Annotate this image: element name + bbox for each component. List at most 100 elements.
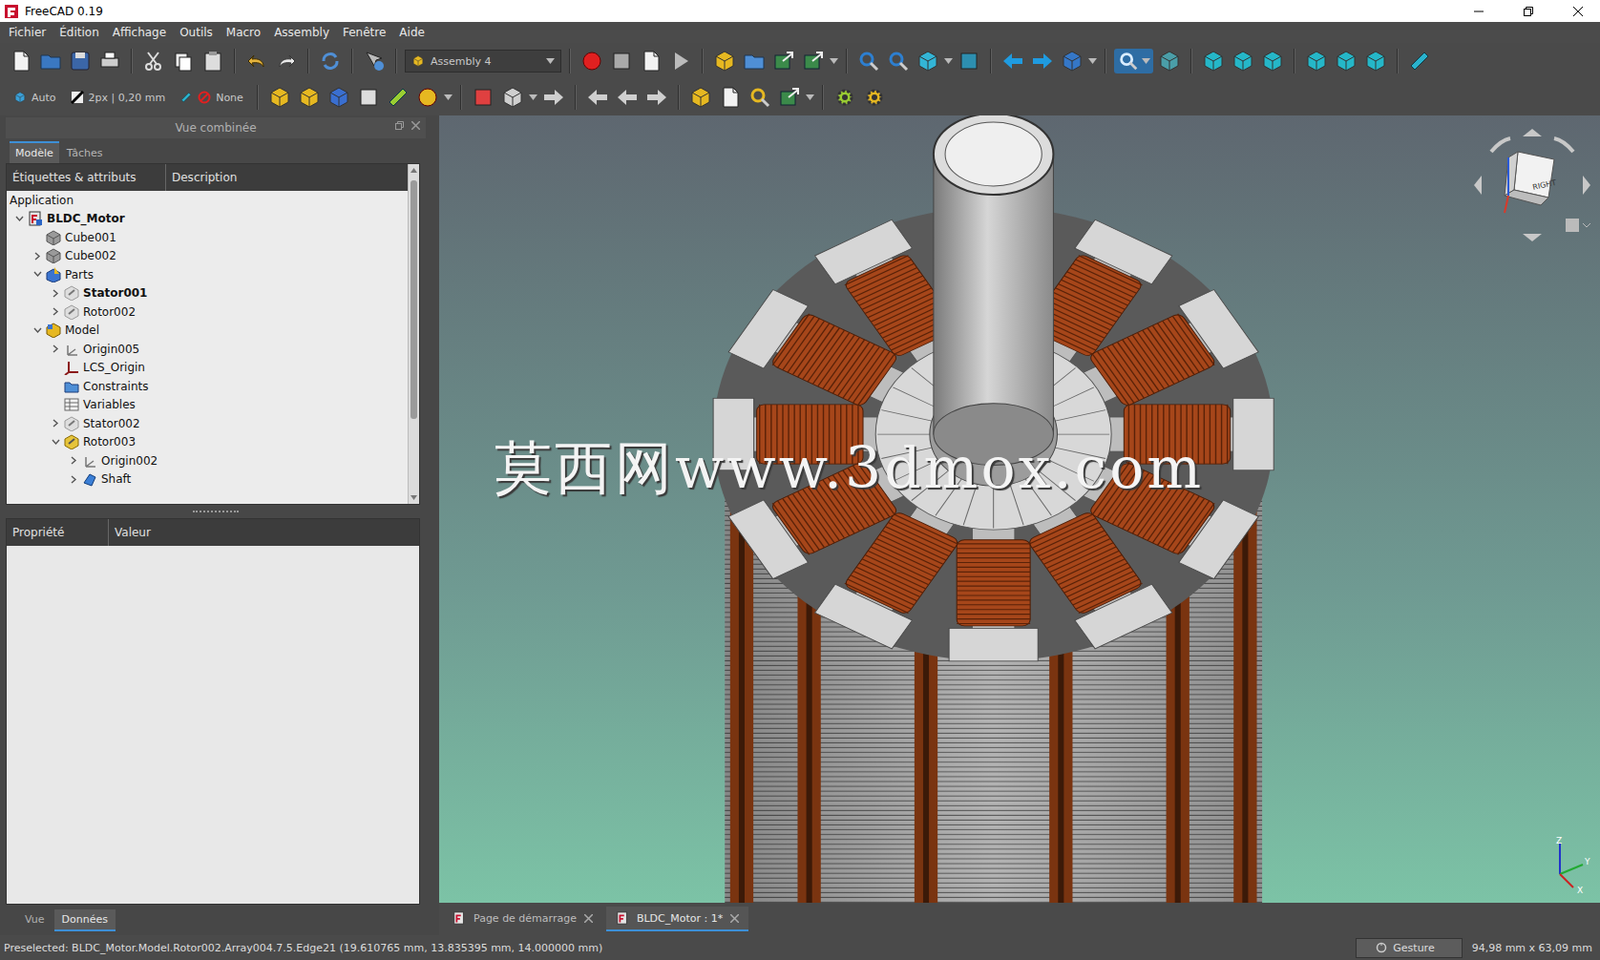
expander[interactable]	[46, 285, 64, 301]
toolbar-button[interactable]	[914, 47, 942, 75]
expander[interactable]	[28, 322, 46, 338]
expander[interactable]	[46, 304, 64, 320]
toolbar-button[interactable]	[831, 84, 859, 111]
close-panel-icon[interactable]	[411, 121, 421, 130]
toolbar-button[interactable]	[243, 47, 271, 75]
toolbar-button[interactable]	[360, 47, 388, 75]
toolbar-button[interactable]	[1058, 47, 1086, 75]
caret-down-icon[interactable]	[1088, 58, 1097, 64]
toolbar-button[interactable]	[578, 47, 606, 75]
chevron-right-icon[interactable]	[69, 475, 79, 485]
toolbar-button[interactable]	[711, 47, 738, 75]
minimize-icon[interactable]	[1473, 6, 1484, 17]
tab[interactable]: Données	[54, 909, 116, 932]
3d-view[interactable]: 莫西网www.3dmox.comRIGHTZYX	[439, 115, 1600, 904]
toolbar-button[interactable]	[469, 84, 497, 111]
toolbar-button[interactable]	[355, 84, 382, 111]
toolbar-button[interactable]	[499, 84, 527, 111]
tree-item[interactable]: Application	[6, 190, 408, 211]
toolbar-button[interactable]	[667, 47, 695, 75]
toolbar-button[interactable]	[608, 47, 635, 75]
tree-item[interactable]: Model	[6, 321, 408, 341]
toolbar-button[interactable]	[1259, 47, 1286, 75]
tree-item[interactable]: Shaft	[6, 470, 408, 490]
tab[interactable]: Modèle	[9, 141, 60, 164]
tree-item[interactable]: Stator001	[6, 284, 408, 304]
close-icon[interactable]	[1573, 6, 1583, 17]
toolbar-button[interactable]	[884, 47, 912, 75]
toolbar-button[interactable]	[740, 47, 768, 75]
toolbar-button[interactable]	[716, 84, 744, 111]
menu-item[interactable]: Macro	[219, 23, 268, 42]
document-tab[interactable]: BLDC_Motor : 1*	[606, 906, 749, 932]
toolbar-button[interactable]	[1229, 47, 1257, 75]
toolbar-button[interactable]	[37, 47, 64, 75]
close-button[interactable]	[1556, 0, 1600, 22]
tab[interactable]: Vue	[17, 909, 53, 932]
tree-item[interactable]: Stator002	[6, 414, 408, 434]
toolbar-button[interactable]	[999, 47, 1027, 75]
chevron-down-icon[interactable]	[33, 326, 43, 336]
toolbar-button[interactable]	[613, 84, 641, 111]
toolbar-button[interactable]	[316, 47, 344, 75]
chevron-right-icon[interactable]	[51, 289, 61, 298]
toolbar-button[interactable]	[7, 47, 35, 75]
caret-down-icon[interactable]	[1141, 58, 1151, 64]
expander[interactable]	[64, 453, 83, 469]
toolbar-button[interactable]	[273, 47, 300, 75]
expander[interactable]	[10, 210, 28, 227]
toolbar-button[interactable]	[1200, 47, 1227, 75]
toolbar-button[interactable]	[861, 84, 888, 111]
toolbar-button[interactable]	[746, 84, 774, 111]
toolbar-button[interactable]	[643, 84, 671, 111]
expander[interactable]	[46, 341, 64, 358]
toolbar-button[interactable]	[199, 47, 227, 75]
close-tab-icon[interactable]	[730, 914, 739, 924]
menu-item[interactable]: Aide	[392, 23, 432, 42]
selection-style-button[interactable]: None	[173, 86, 250, 108]
workbench-dropdown[interactable]: Assembly 4	[404, 49, 562, 73]
toolbar-button[interactable]	[66, 47, 94, 75]
toolbar-button[interactable]	[687, 84, 715, 111]
caret-down-icon[interactable]	[546, 58, 555, 64]
expander[interactable]	[46, 434, 64, 450]
chevron-down-icon[interactable]	[51, 438, 61, 447]
toolbar-button[interactable]	[1362, 47, 1390, 75]
toolbar-button[interactable]	[1029, 47, 1056, 75]
tree-item[interactable]: Cube002	[6, 247, 408, 267]
expander[interactable]	[64, 471, 83, 487]
tree-item[interactable]: Origin002	[6, 451, 408, 471]
menu-item[interactable]: Fichier	[1, 23, 53, 42]
menu-item[interactable]: Outils	[172, 23, 220, 42]
restore-button[interactable]	[1506, 0, 1551, 22]
close-tab-icon[interactable]	[584, 914, 593, 924]
chevron-right-icon[interactable]	[51, 307, 61, 316]
chevron-down-icon[interactable]	[33, 270, 43, 279]
tree-item[interactable]: Variables	[6, 396, 408, 416]
toolbar-button[interactable]	[540, 84, 568, 111]
box-zoom-button[interactable]	[1114, 48, 1154, 74]
tree-item[interactable]: Constraints	[6, 377, 408, 397]
scrollbar[interactable]	[407, 164, 420, 505]
splitter[interactable]	[5, 505, 426, 519]
navigation-style-button[interactable]: Gesture	[1355, 938, 1462, 959]
toolbar-button[interactable]	[295, 84, 323, 111]
scroll-down-icon[interactable]	[410, 495, 418, 501]
tree-item[interactable]: Parts	[6, 265, 408, 285]
float-icon[interactable]	[395, 121, 404, 130]
tree-item[interactable]: Origin005	[6, 339, 408, 359]
chevron-right-icon[interactable]	[33, 252, 43, 261]
chevron-right-icon[interactable]	[51, 419, 61, 428]
toolbar-button[interactable]	[776, 84, 803, 111]
toolbar-button[interactable]	[855, 47, 883, 75]
expander[interactable]	[28, 248, 46, 264]
toolbar-button[interactable]	[637, 47, 665, 75]
tree-item[interactable]: Cube001	[6, 228, 408, 248]
toolbar-button[interactable]	[266, 84, 294, 111]
restore-icon[interactable]	[1523, 6, 1534, 17]
chevron-down-icon[interactable]	[15, 214, 24, 224]
menu-item[interactable]: Fenêtre	[336, 23, 393, 42]
toolbar-button[interactable]	[169, 47, 197, 75]
tree-item[interactable]: Rotor003	[6, 433, 408, 453]
line-width-button[interactable]: 2px | 0,20 mm	[64, 86, 172, 108]
